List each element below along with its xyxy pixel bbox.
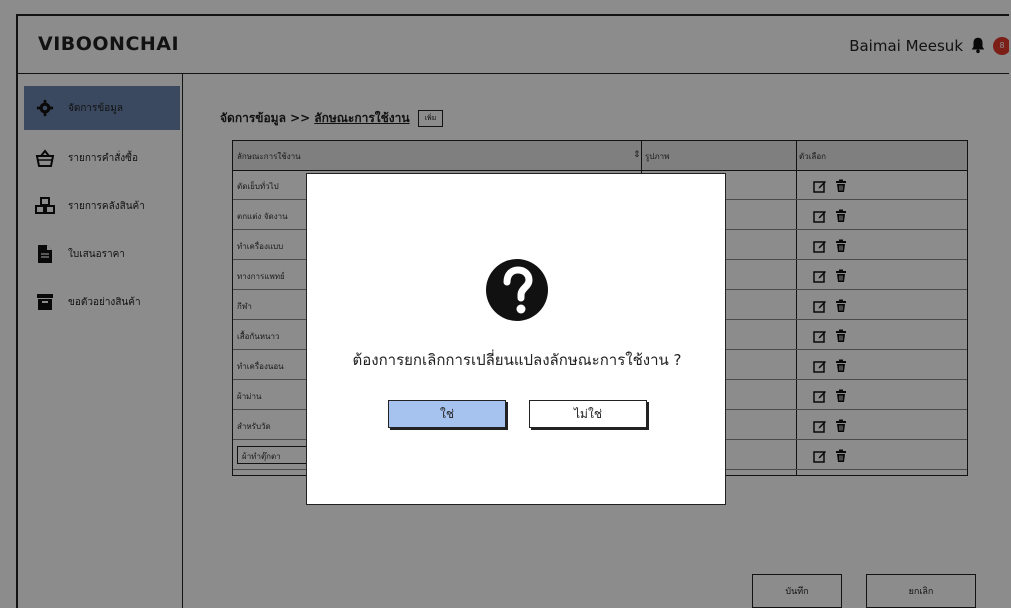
dialog-message: ต้องการยกเลิกการเปลี่ยนแปลงลักษณะการใช้ง…	[352, 351, 682, 369]
question-icon	[486, 259, 548, 321]
confirm-no-button[interactable]: ไม่ใช่	[529, 400, 647, 428]
confirm-dialog: ต้องการยกเลิกการเปลี่ยนแปลงลักษณะการใช้ง…	[306, 173, 726, 505]
confirm-yes-button[interactable]: ใช่	[388, 400, 506, 428]
